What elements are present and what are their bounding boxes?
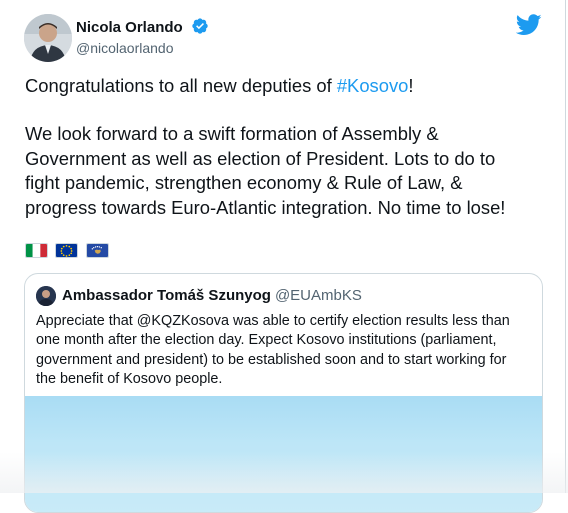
tweet-line-4: fight pandemic, strengthen economy & Rul… [25, 172, 463, 194]
flag-emojis [25, 243, 112, 260]
tweet-line-1-suffix: ! [408, 75, 414, 96]
quoted-line-3: government and president) to be establis… [36, 351, 507, 368]
kosovo-flag-icon [85, 243, 109, 258]
quoted-tweet[interactable]: Ambassador Tomáš Szunyog @EUAmbKS Appreci… [24, 273, 543, 513]
hashtag-kosovo-link[interactable]: #Kosovo [337, 75, 409, 96]
tweet-line-3: Government as well as election of Presid… [25, 147, 496, 169]
twitter-bird-icon[interactable] [516, 14, 542, 36]
italy-flag-icon [25, 243, 48, 258]
quoted-author[interactable]: Ambassador Tomáš Szunyog @EUAmbKS [62, 286, 362, 306]
tweet-text: Congratulations to all new deputies of #… [25, 74, 545, 220]
quoted-line-1: Appreciate that @KQZKosova was able to c… [36, 313, 510, 329]
author-name[interactable]: Nicola Orlando [76, 17, 209, 38]
author-name-text[interactable]: Nicola Orlando [76, 19, 183, 36]
author-avatar[interactable] [24, 14, 72, 62]
quoted-line-2: one month after the election day. Expect… [36, 332, 497, 349]
author-handle[interactable]: @nicolaorlando [76, 39, 174, 57]
eu-flag-icon [55, 243, 79, 258]
quoted-author-handle[interactable]: @EUAmbKS [275, 287, 362, 304]
quoted-author-name[interactable]: Ambassador Tomáš Szunyog [62, 287, 271, 304]
tweet-line-1-prefix: Congratulations to all new deputies of [25, 75, 337, 96]
quoted-tweet-text: Appreciate that @KQZKosova was able to c… [36, 312, 536, 390]
tweet-line-1: Congratulations to all new deputies of #… [25, 74, 545, 98]
quoted-line-4: the benefit of Kosovo people. [36, 371, 223, 388]
quoted-tweet-image[interactable] [25, 396, 542, 512]
tweet-line-2: We look forward to a swift formation of … [25, 123, 439, 145]
verified-badge-icon [192, 18, 208, 34]
quoted-author-avatar[interactable] [36, 286, 56, 306]
tweet-card: Nicola Orlando @nicolaorlando Congratula… [0, 0, 568, 513]
tweet-line-5: progress towards Euro-Atlantic integrati… [25, 196, 506, 218]
